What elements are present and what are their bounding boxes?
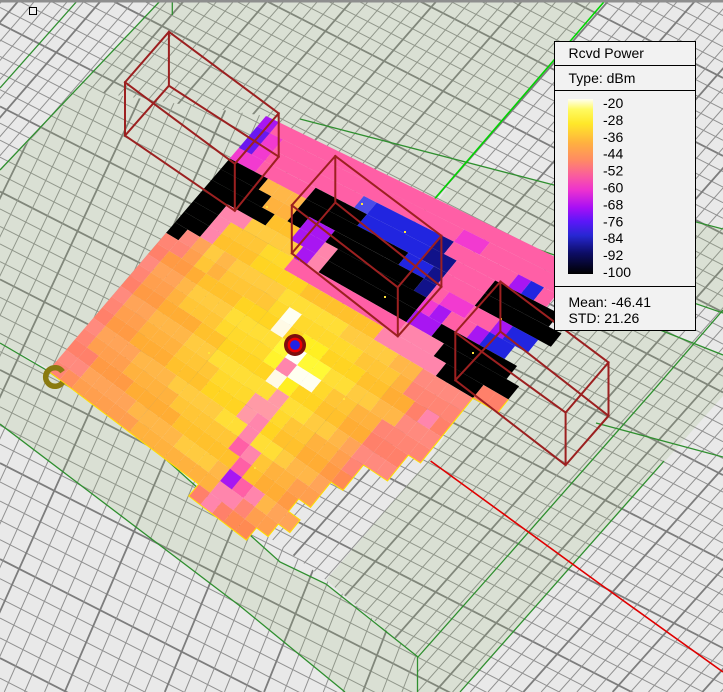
svg-text:Rcvd Power: Rcvd Power <box>569 45 645 61</box>
svg-text:Mean: -46.41: Mean: -46.41 <box>569 294 652 310</box>
svg-text:-20: -20 <box>603 95 623 111</box>
svg-text:-92: -92 <box>603 247 623 263</box>
svg-text:-76: -76 <box>603 213 623 229</box>
svg-text:-60: -60 <box>603 180 623 196</box>
svg-text:-44: -44 <box>603 146 623 162</box>
svg-text:-100: -100 <box>603 264 631 280</box>
svg-text:Type: dBm: Type: dBm <box>569 70 636 86</box>
svg-text:-52: -52 <box>603 163 623 179</box>
svg-text:-36: -36 <box>603 129 623 145</box>
svg-text:-84: -84 <box>603 230 623 246</box>
svg-text:STD: 21.26: STD: 21.26 <box>569 310 640 326</box>
svg-text:-68: -68 <box>603 196 623 212</box>
svg-text:-28: -28 <box>603 112 623 128</box>
